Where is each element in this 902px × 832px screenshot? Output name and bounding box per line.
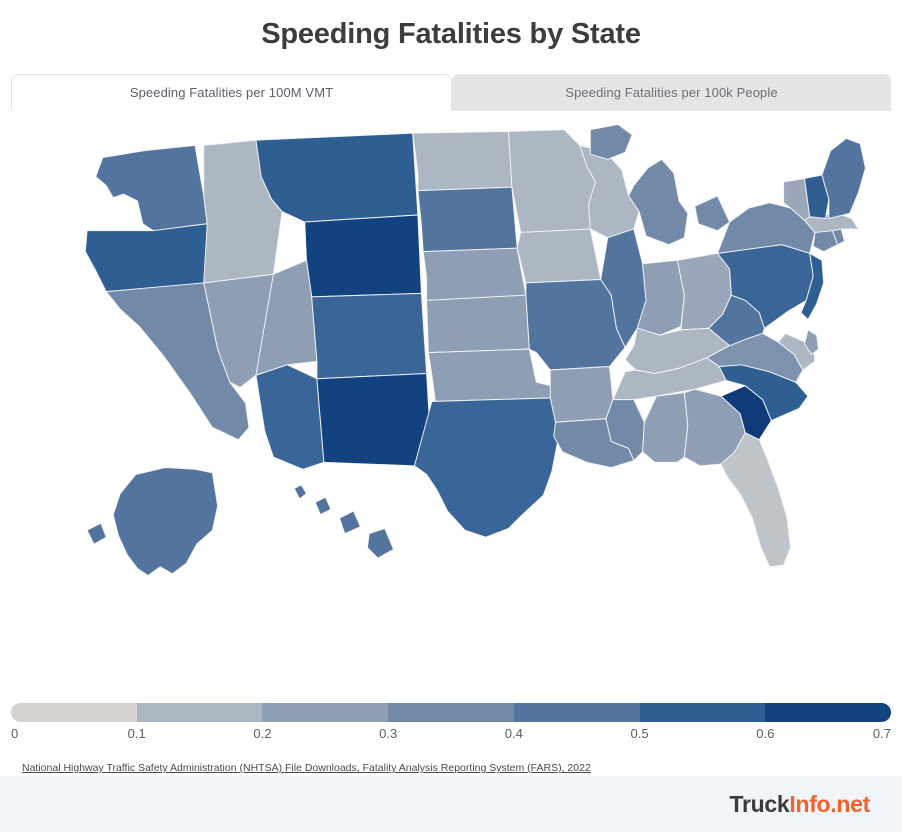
colorbar-tick: 0.6 [756,726,775,741]
truckinfo-logo[interactable]: TruckInfo.net [729,791,870,818]
colorbar-tick: 0.7 [872,726,891,741]
colorbar-segment [639,703,766,722]
colorbar-segment [136,703,263,722]
state-hi[interactable]: Hawaii: 0.38 [339,510,361,534]
tab-per-100k-people[interactable]: Speeding Fatalities per 100k People [452,73,891,111]
state-wy[interactable]: Wyoming: 0.64 [304,214,422,298]
tab-label: Speeding Fatalities per 100k People [565,84,778,100]
state-tx[interactable]: Texas: 0.42 [413,397,560,538]
state-sd[interactable]: South Dakota: 0.4 [417,186,518,252]
state-ak[interactable]: Alaska: 0.38 [86,522,107,545]
colorbar-tick: 0 [11,726,19,741]
state-mn[interactable]: Minnesota: 0.18 [507,129,597,233]
colorbar-tick: 0.1 [127,726,146,741]
colorbar-tick: 0.2 [253,726,272,741]
colorbar-legend: 0 0.1 0.2 0.3 0.4 0.5 0.6 0.7 [11,699,891,746]
source-citation-link[interactable]: National Highway Traffic Safety Administ… [22,762,591,774]
colorbar-segment [262,703,389,722]
tab-bar: Speeding Fatalities per 100M VMT Speedin… [11,73,891,111]
tab-per-100m-vmt[interactable]: Speeding Fatalities per 100M VMT [11,73,452,111]
colorbar-tick-labels: 0 0.1 0.2 0.3 0.4 0.5 0.6 0.7 [11,726,891,746]
state-nd[interactable]: North Dakota: 0.19 [412,130,513,191]
logo-text-info: Info.net [789,790,870,817]
colorbar-segment [388,703,514,722]
footer-bar: TruckInfo.net [0,776,902,832]
colorbar-gradient [11,703,891,722]
colorbar-segment [11,703,137,722]
colorbar-tick: 0.4 [504,726,523,741]
state-ok[interactable]: Oklahoma: 0.25 [427,348,555,402]
state-ny[interactable]: New York: 0.32 [694,195,731,231]
state-az[interactable]: Arizona: 0.41 [255,364,325,470]
state-ar[interactable]: Arkansas: 0.23 [549,365,614,423]
logo-text-truck: Truck [729,790,790,817]
state-hi[interactable]: Hawaii: 0.38 [314,496,332,515]
state-co[interactable]: Colorado: 0.44 [311,292,428,379]
state-mi[interactable]: Michigan: 0.33 [628,158,689,245]
state-hi[interactable]: Hawaii: 0.38 [293,484,307,500]
state-or[interactable]: Oregon: 0.45 [84,223,213,292]
us-states-svg[interactable]: Washington: 0.36Oregon: 0.45California: … [21,121,881,626]
colorbar-tick: 0.3 [379,726,398,741]
state-nm[interactable]: New Mexico: 0.62 [316,372,433,467]
state-ks[interactable]: Kansas: 0.25 [426,294,530,353]
state-me[interactable]: Maine: 0.35 [821,137,866,219]
state-ia[interactable]: Iowa: 0.16 [516,228,602,284]
state-ak[interactable]: Alaska: 0.38 [112,466,219,576]
colorbar-segment [513,703,640,722]
colorbar-segment [765,703,891,722]
page-title: Speeding Fatalities by State [261,18,641,50]
state-mi[interactable]: Michigan: 0.33 [589,123,633,160]
state-ne[interactable]: Nebraska: 0.22 [422,247,527,301]
choropleth-map[interactable]: Washington: 0.36Oregon: 0.45California: … [0,111,902,699]
colorbar-tick: 0.5 [630,726,649,741]
state-mt[interactable]: Montana: 0.5 [255,132,419,223]
tab-label: Speeding Fatalities per 100M VMT [129,84,334,100]
app-root: Speeding Fatalities by State Speeding Fa… [0,0,902,832]
state-al[interactable]: Alabama: 0.21 [642,391,689,463]
state-wa[interactable]: Washington: 0.36 [95,144,208,231]
state-hi[interactable]: Hawaii: 0.38 [366,527,395,559]
